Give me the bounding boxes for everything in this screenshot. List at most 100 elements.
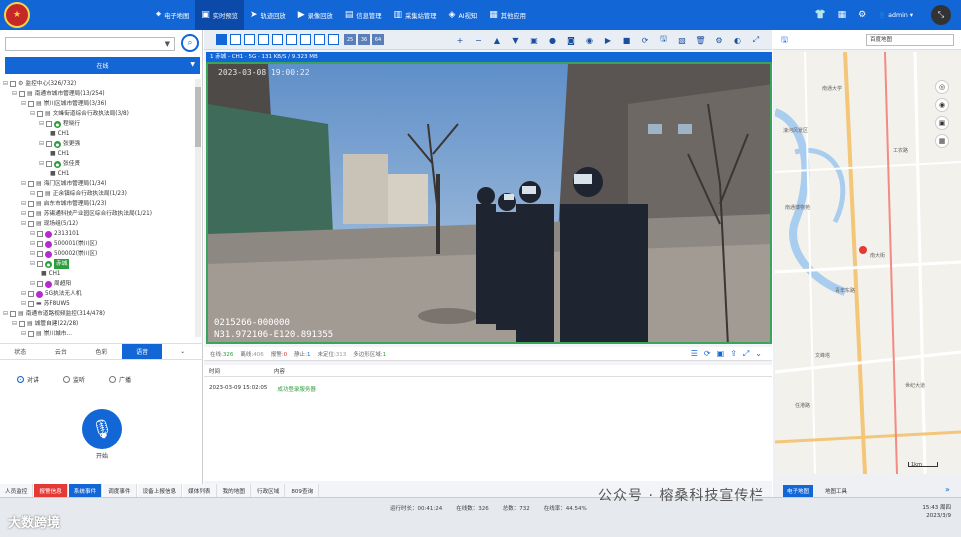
expand-toggle-icon[interactable]: ⊟	[12, 319, 17, 329]
save-icon[interactable]: 🖫	[658, 34, 670, 46]
bottom-tab[interactable]: 报警信息	[34, 484, 68, 497]
gear-icon[interactable]: ⚙	[858, 10, 866, 20]
tree-node[interactable]: ⊟ ● 程晓行	[3, 119, 195, 129]
collapse-icon[interactable]: ⌄	[755, 349, 762, 359]
checkbox[interactable]	[37, 191, 44, 197]
layers-icon[interactable]: ☰	[691, 349, 698, 359]
layout-grid-button[interactable]	[230, 34, 241, 45]
collapse-icon[interactable]: ⌄	[162, 344, 203, 359]
tree-scrollbar[interactable]	[195, 79, 201, 337]
double-chevron-icon[interactable]: »	[945, 485, 950, 494]
window-icon[interactable]: ▣	[528, 34, 540, 46]
tree-node[interactable]: ■ CH1	[3, 149, 195, 159]
checkbox[interactable]	[28, 331, 35, 337]
expand-toggle-icon[interactable]: ⊟	[21, 289, 26, 299]
tree-node[interactable]: ⊟ ▤ 崇川城市...	[3, 329, 195, 337]
bottom-tab[interactable]: 设备上报信息	[137, 484, 183, 497]
layout-grid-button[interactable]	[244, 34, 255, 45]
grid-icon[interactable]: ▦	[935, 134, 949, 148]
tab-2[interactable]: 色彩	[81, 344, 122, 359]
voice-mode-radio[interactable]: 对讲	[17, 375, 39, 384]
arrow-up-icon[interactable]: ▲	[491, 34, 503, 46]
checkbox[interactable]	[37, 261, 44, 267]
layout-grid-button[interactable]	[258, 34, 269, 45]
tree-node[interactable]: ⊟ ▤ 南通市道路视频监控(314/478)	[3, 309, 195, 319]
export-icon[interactable]: ⇪	[730, 349, 737, 359]
tree-node[interactable]: ⊟ ▤ 南通市城市管理局(13/254)	[3, 89, 195, 99]
camera-icon[interactable]: ◙	[565, 34, 577, 46]
layout-grid-button[interactable]	[328, 34, 339, 45]
checkbox[interactable]	[37, 281, 44, 287]
org-select[interactable]: ▼	[5, 37, 175, 51]
play-icon[interactable]: ▶	[602, 34, 614, 46]
checkbox[interactable]	[28, 101, 35, 107]
expand-toggle-icon[interactable]: ⊟	[30, 189, 35, 199]
microphone-icon[interactable]: 🎙	[82, 409, 122, 449]
checkbox[interactable]	[28, 211, 35, 217]
layout-grid-button[interactable]	[216, 34, 227, 45]
checkbox[interactable]	[19, 91, 26, 97]
bottom-tab[interactable]: 行政区域	[251, 484, 286, 497]
tree-node[interactable]: ⊟ ▤ 海门区城市管理局(1/34)	[3, 179, 195, 189]
video-stream[interactable]: 2023-03-08 19:00:22 0215266-000000 N31.9…	[206, 62, 772, 344]
layout-grid-button[interactable]	[300, 34, 311, 45]
nav-item-5[interactable]: ▥ 采集站管理	[388, 0, 443, 30]
expand-toggle-icon[interactable]: ⊟	[3, 309, 8, 319]
checkbox[interactable]	[37, 231, 44, 237]
tree-node[interactable]: ⊟ ⚙ 监控中心(326/732)	[3, 79, 195, 89]
layout-grid-button[interactable]	[272, 34, 283, 45]
globe-icon[interactable]: ◎	[935, 80, 949, 94]
tree-node[interactable]: ⊟ ▤ 启东市城市管理局(1/23)	[3, 199, 195, 209]
snapshot-icon[interactable]: ▧	[676, 34, 688, 46]
expand-toggle-icon[interactable]: ⊟	[21, 299, 26, 309]
expand-toggle-icon[interactable]: ⊟	[21, 99, 26, 109]
voice-mode-radio[interactable]: 监听	[63, 375, 85, 384]
tree-node[interactable]: ⊟ ▤ 苏锡通科技产业园区综合行政执法局(1/21)	[3, 209, 195, 219]
sync-icon[interactable]: ⟳	[639, 34, 651, 46]
cube-icon[interactable]: ▣	[935, 116, 949, 130]
voice-mode-radio[interactable]: 广播	[109, 375, 131, 384]
checkbox[interactable]	[37, 251, 44, 257]
nav-item-6[interactable]: ◈ AI视知	[443, 0, 484, 30]
settings-icon[interactable]: ⚙	[713, 34, 725, 46]
expand-toggle-icon[interactable]: ⊟	[21, 219, 26, 229]
shirt-icon[interactable]: 👕	[814, 10, 825, 20]
tree-node[interactable]: ⊟ 周超阳	[3, 279, 195, 289]
checkbox[interactable]	[28, 301, 35, 307]
tree-node[interactable]: ⊟ ● 张更强	[3, 139, 195, 149]
arrow-down-icon[interactable]: ▼	[510, 34, 522, 46]
refresh-icon[interactable]: ⟳	[704, 349, 711, 359]
layout-count-button[interactable]: 25	[344, 34, 356, 45]
checkbox[interactable]	[37, 241, 44, 247]
satellite-icon[interactable]: ◉	[935, 98, 949, 112]
expand-toggle-icon[interactable]: ⊟	[21, 209, 26, 219]
expand-toggle-icon[interactable]: ⊟	[12, 89, 17, 99]
tree-node[interactable]: ⊟ ▤ 正余镇综合行政执法局(1/23)	[3, 189, 195, 199]
nav-item-2[interactable]: ➤ 轨迹回放	[244, 0, 292, 30]
nav-item-0[interactable]: ⌖ 电子地图	[150, 0, 195, 30]
nav-item-4[interactable]: ▤ 信息管理	[339, 0, 388, 30]
bottom-tab[interactable]: 我的地图	[217, 484, 251, 497]
checkbox[interactable]	[10, 311, 17, 317]
status-filter-select[interactable]: 在线 ▼	[5, 57, 200, 74]
expand-toggle-icon[interactable]: ⊟	[30, 229, 35, 239]
record-icon[interactable]: ◉	[584, 34, 596, 46]
checkbox[interactable]	[46, 141, 53, 147]
expand-toggle-icon[interactable]: ⊟	[21, 199, 26, 209]
expand-toggle-icon[interactable]: ⊟	[39, 119, 44, 129]
save-icon[interactable]: 🖫	[781, 34, 788, 48]
checkbox[interactable]	[28, 201, 35, 207]
user-menu[interactable]: 👤 admin ▾	[878, 11, 913, 19]
tree-node[interactable]: ⊟ 500001(崇川区)	[3, 239, 195, 249]
checkbox[interactable]	[28, 181, 35, 187]
tree-node[interactable]: ■ CH1	[3, 169, 195, 179]
circle-icon[interactable]: ●	[547, 34, 559, 46]
checkbox[interactable]	[10, 81, 17, 87]
checkbox[interactable]	[37, 111, 44, 117]
expand-toggle-icon[interactable]: ⊟	[30, 279, 35, 289]
nav-item-7[interactable]: ▦ 其他应用	[483, 0, 532, 30]
expand-toggle-icon[interactable]: ⊟	[30, 109, 35, 119]
layout-count-button[interactable]: 64	[372, 34, 384, 45]
bottom-tab[interactable]: 人员监控	[0, 484, 34, 497]
tree-node[interactable]: ⊟ ● 赤城	[3, 259, 195, 269]
